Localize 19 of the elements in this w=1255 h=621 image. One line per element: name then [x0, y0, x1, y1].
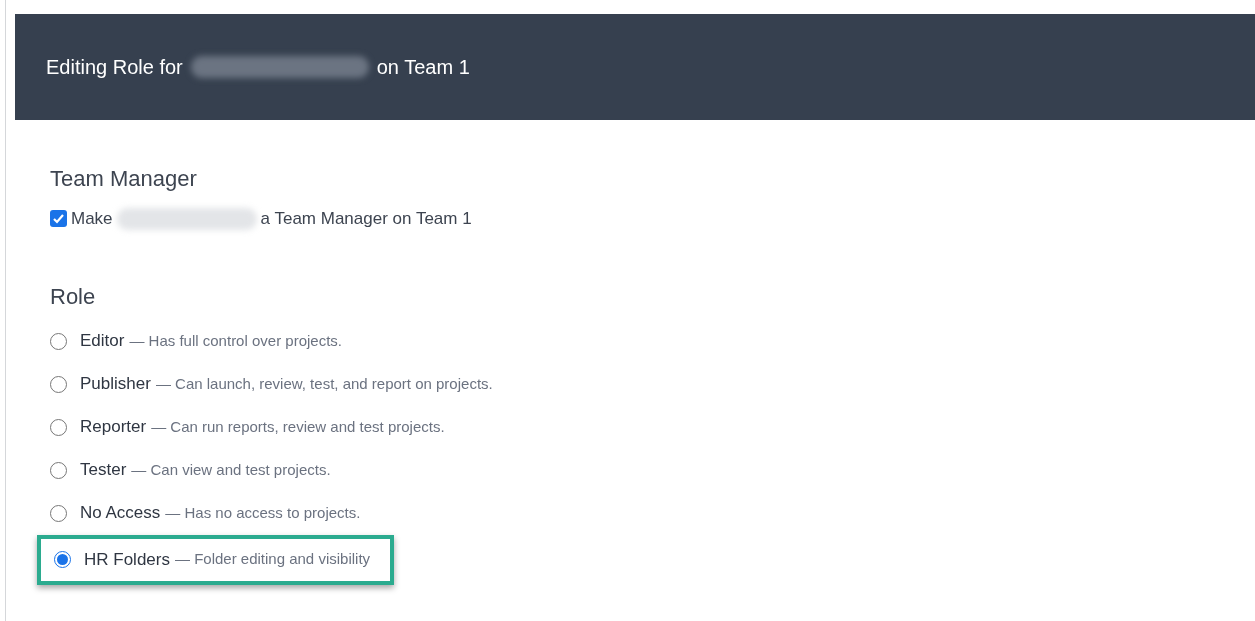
role-name: HR Folders: [84, 548, 170, 571]
checkbox[interactable]: [50, 210, 67, 228]
header-title: Editing Role for: [46, 55, 183, 80]
role-name: No Access: [80, 502, 161, 525]
section-heading: Role: [50, 282, 97, 311]
role-name: Editor: [80, 330, 125, 353]
header-title-suffix: on Team 1: [376, 55, 470, 80]
role-name: Publisher: [80, 373, 151, 396]
role-description: — Has full control over projects.: [129, 330, 342, 351]
checkbox-label-suffix: a Team Manager on Team 1: [260, 208, 472, 230]
role-description: — Folder editing and visibility: [174, 549, 371, 570]
role-name: Tester: [80, 459, 127, 482]
section-heading: Team Manager: [50, 165, 198, 193]
role-description: — Can launch, review, test, and report on projects.: [155, 373, 493, 394]
role-description: — Has no access to projects.: [165, 502, 361, 523]
checkbox-label: Make: [71, 208, 113, 230]
role-description: — Can view and test projects.: [131, 459, 331, 480]
role-name: Reporter: [80, 416, 147, 439]
role-description: — Can run reports, review and test projects.: [151, 416, 445, 437]
